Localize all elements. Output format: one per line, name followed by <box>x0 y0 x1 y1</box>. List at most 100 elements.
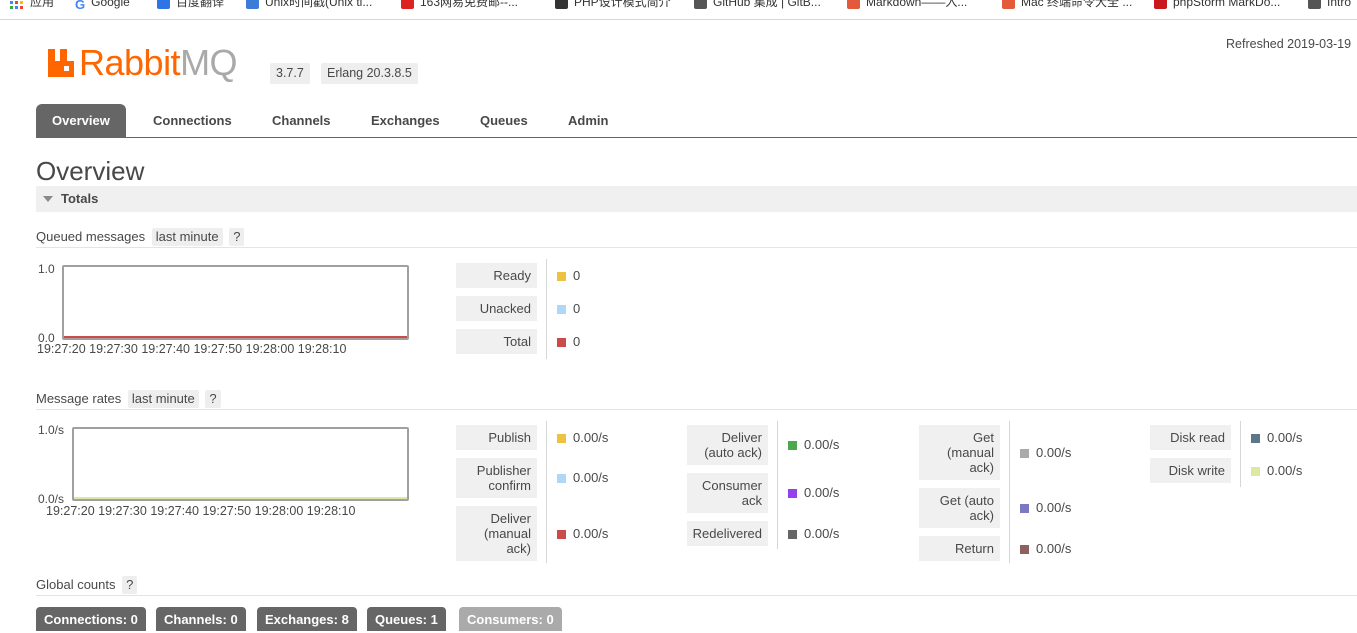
bookmark-label: 163网易免费邮--... <box>420 0 519 9</box>
bookmark-label: Intro <box>1327 0 1352 9</box>
stat-value-deliver-manual-ack: 0.00/s <box>557 526 608 541</box>
stat-label-publisher-confirm: Publisher confirm <box>456 458 537 498</box>
stat-value-text: 0 <box>573 334 581 349</box>
apps-grid-icon <box>10 0 23 10</box>
bookmark-intro[interactable]: Intro <box>1308 0 1351 11</box>
exchanges-count-button[interactable]: Exchanges: 8 <box>257 607 357 631</box>
rates-period-selector[interactable]: last minute <box>127 390 199 408</box>
tab-channels[interactable]: Channels <box>256 104 347 137</box>
tab-queues[interactable]: Queues <box>464 104 544 137</box>
stat-value-deliver-auto-ack: 0.00/s <box>788 437 839 452</box>
bookmark-label: 应用 <box>30 0 55 9</box>
stat-label-return: Return <box>919 536 1000 561</box>
unacked-swatch[interactable] <box>557 305 566 314</box>
stat-value-disk-write: 0.00/s <box>1251 463 1302 478</box>
publish-swatch[interactable] <box>557 434 566 443</box>
channels-count-button[interactable]: Channels: 0 <box>156 607 246 631</box>
return-swatch[interactable] <box>1020 545 1029 554</box>
x-tick: 19:27:30 <box>89 342 138 356</box>
queued-messages-chart <box>62 265 409 340</box>
get-auto-ack-swatch[interactable] <box>1020 504 1029 513</box>
tab-connections[interactable]: Connections <box>137 104 248 137</box>
stat-value-publish: 0.00/s <box>557 430 608 445</box>
bookmark-label: Mac 终端命令大全 ... <box>1021 0 1133 9</box>
bookmark-unix-time[interactable]: Unix时间戳(Unix ti... <box>246 0 372 11</box>
queued-messages-label: Queued messages <box>36 229 146 244</box>
consumer-ack-swatch[interactable] <box>788 489 797 498</box>
publisher-confirm-swatch[interactable] <box>557 474 566 483</box>
consumers-count-button[interactable]: Consumers: 0 <box>459 607 562 631</box>
logo-mq-text: MQ <box>180 42 238 83</box>
stat-label-text: Return <box>954 541 994 556</box>
stat-label-consumer-ack: Consumer ack <box>687 473 768 513</box>
markdown-icon <box>1002 0 1015 10</box>
bookmark-apps[interactable]: 应用 <box>10 0 54 11</box>
refreshed-timestamp[interactable]: Refreshed 2019-03-19 <box>1226 37 1351 51</box>
bookmark-label: 百度翻译 <box>176 0 225 9</box>
total-swatch[interactable] <box>557 338 566 347</box>
stat-value-text: 0.00/s <box>1267 463 1303 478</box>
stat-value-text: 0.00/s <box>573 526 609 541</box>
x-tick: 19:27:40 <box>141 342 190 356</box>
logo-wordmark: RabbitMQ <box>79 42 238 83</box>
stat-label-text: Total <box>503 334 531 349</box>
redelivered-swatch[interactable] <box>788 530 797 539</box>
queued-help-button[interactable]: ? <box>229 228 245 246</box>
erlang-version-badge: Erlang 20.3.8.5 <box>321 63 418 84</box>
stat-value-total: 0 <box>557 334 580 349</box>
message-rates-label: Message rates <box>36 391 122 406</box>
tab-exchanges[interactable]: Exchanges <box>355 104 456 137</box>
markdown-icon <box>847 0 860 10</box>
queued-period-selector[interactable]: last minute <box>151 228 223 246</box>
stat-label-text: Publish <box>488 430 531 445</box>
bookmark-label: Markdown——入... <box>866 0 968 9</box>
disk-read-swatch[interactable] <box>1251 434 1260 443</box>
x-tick: 19:28:10 <box>306 504 356 518</box>
x-tick: 19:28:00 <box>254 504 304 518</box>
deliver-auto-ack-swatch[interactable] <box>788 441 797 450</box>
tab-admin[interactable]: Admin <box>552 104 624 137</box>
get-manual-ack-swatch[interactable] <box>1020 449 1029 458</box>
bookmark-163-mail[interactable]: 163网易免费邮--... <box>401 0 518 11</box>
bookmark-markdown[interactable]: Markdown——入... <box>847 0 967 11</box>
stat-label-text: Publisher confirm <box>476 463 531 493</box>
vertical-divider <box>1240 421 1241 487</box>
stat-label-get-manual-ack: Get (manual ack) <box>919 425 1000 480</box>
stat-value-redelivered: 0.00/s <box>788 526 839 541</box>
bookmark-github[interactable]: GitHub 集成 | GitB... <box>694 0 821 11</box>
rates-x-ticks: 19:27:20 19:27:30 19:27:40 19:27:50 19:2… <box>46 504 355 518</box>
bookmark-label: Google <box>91 0 130 9</box>
ready-swatch[interactable] <box>557 272 566 281</box>
stat-label-text: Unacked <box>479 301 531 316</box>
bookmark-icon <box>555 0 568 10</box>
google-icon: G <box>75 0 86 13</box>
global-counts-label: Global counts <box>36 577 116 592</box>
connections-count-button[interactable]: Connections: 0 <box>36 607 146 631</box>
stat-value-text: 0.00/s <box>1267 430 1303 445</box>
queues-count-button[interactable]: Queues: 1 <box>367 607 446 631</box>
deliver-manual-ack-swatch[interactable] <box>557 530 566 539</box>
stat-value-text: 0.00/s <box>1036 541 1072 556</box>
disk-write-swatch[interactable] <box>1251 467 1260 476</box>
bookmark-google[interactable]: G Google <box>75 0 130 13</box>
stat-label-text: Deliver (auto ack) <box>704 430 762 460</box>
rates-help-button[interactable]: ? <box>205 390 221 408</box>
stat-label-text: Get (manual ack) <box>947 430 994 475</box>
x-tick: 19:27:20 <box>46 504 95 518</box>
stat-value-text: 0.00/s <box>1036 445 1072 460</box>
divider <box>36 595 1357 596</box>
bookmark-baidu-translate[interactable]: 百度翻译 <box>157 0 224 11</box>
totals-section-header[interactable]: Totals <box>36 186 1357 212</box>
bookmark-php-patterns[interactable]: PHP设计模式简介 <box>555 0 671 11</box>
stat-label-disk-write: Disk write <box>1150 458 1231 483</box>
stat-label-deliver-manual-ack: Deliver (manual ack) <box>456 506 537 561</box>
tab-overview[interactable]: Overview <box>36 104 126 137</box>
bookmark-phpstorm[interactable]: phpStorm MarkDo... <box>1154 0 1280 11</box>
global-counts-help-button[interactable]: ? <box>122 576 138 594</box>
stat-value-text: 0.00/s <box>1036 500 1072 515</box>
bookmark-mac-terminal[interactable]: Mac 终端命令大全 ... <box>1002 0 1132 11</box>
stat-label-text: Disk write <box>1168 463 1225 478</box>
logo-rabbit-text: Rabbit <box>79 42 181 83</box>
rates-series-line <box>74 497 407 499</box>
stat-value-text: 0 <box>573 268 581 283</box>
